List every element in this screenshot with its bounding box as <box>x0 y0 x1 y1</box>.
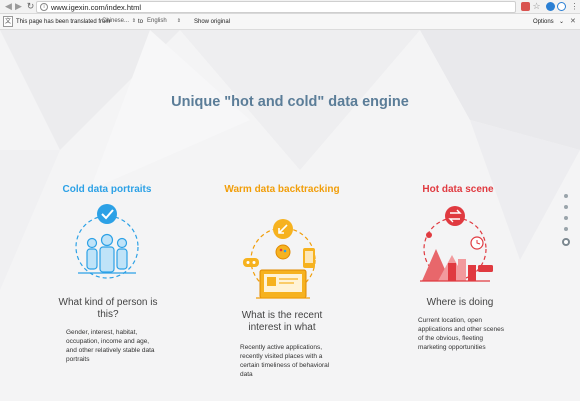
cold-data-question: What kind of person is this? <box>58 297 158 320</box>
warm-data-description: Recently active applications, recently v… <box>240 344 330 378</box>
select-arrows-icon: ⇕ <box>131 18 136 24</box>
hot-data-illustration <box>420 206 493 282</box>
translate-bar: 文 This page has been translated from Chi… <box>0 14 580 30</box>
warm-data-title: Warm data backtracking <box>224 184 340 195</box>
warm-data-question: What is the recent interest in what <box>241 310 323 333</box>
translate-extension-icon[interactable] <box>521 2 530 11</box>
show-original-button[interactable]: Show original <box>194 19 230 25</box>
translate-icon: 文 <box>3 16 13 27</box>
select-arrows-icon: ⇕ <box>176 18 181 24</box>
source-language-select[interactable]: Chinese... ⇕ <box>102 17 136 26</box>
hot-data-question: Where is doing <box>426 297 494 308</box>
hot-data-title: Hot data scene <box>422 184 494 195</box>
chevron-down-icon[interactable]: ⌄ <box>559 18 564 25</box>
extension-icon[interactable] <box>546 2 555 11</box>
pager-dot[interactable] <box>564 194 568 198</box>
reload-icon[interactable]: ↻ <box>25 1 36 12</box>
pager-dot-active[interactable] <box>562 238 570 246</box>
cold-data-description: Gender, interest, habitat, occupation, i… <box>66 329 155 363</box>
extension-icon-2[interactable] <box>557 2 566 11</box>
info-icon[interactable]: i <box>40 3 48 11</box>
forward-icon[interactable]: ▶ <box>13 1 24 12</box>
cold-data-title: Cold data portraits <box>62 184 152 195</box>
address-bar[interactable]: i www.igexin.com/index.html <box>36 1 516 13</box>
options-button[interactable]: Options <box>533 19 554 25</box>
to-label: to <box>138 19 144 25</box>
target-language-value: English <box>147 18 167 24</box>
pager-dot[interactable] <box>564 227 568 231</box>
menu-icon[interactable]: ⋮ <box>570 2 579 11</box>
bookmark-star-icon[interactable]: ☆ <box>532 2 541 11</box>
hot-data-description: Current location, open applications and … <box>418 317 505 351</box>
translate-message: This page has been translated from <box>16 19 111 25</box>
page-title: Unique "hot and cold" data engine <box>171 94 409 110</box>
pager-dot[interactable] <box>564 205 568 209</box>
source-language-value: Chinese... <box>102 18 130 24</box>
page-content: Unique "hot and cold" data engine Cold d… <box>0 30 580 401</box>
target-language-select[interactable]: English ⇕ <box>147 17 181 26</box>
close-icon[interactable]: ✕ <box>570 17 576 25</box>
section-pager <box>561 194 571 246</box>
warm-data-illustration <box>243 219 316 299</box>
browser-toolbar: ◀ ▶ ↻ i www.igexin.com/index.html ☆ ⋮ <box>0 0 580 14</box>
url-text[interactable]: www.igexin.com/index.html <box>51 2 141 13</box>
pager-dot[interactable] <box>564 216 568 220</box>
cold-data-illustration <box>75 204 139 279</box>
